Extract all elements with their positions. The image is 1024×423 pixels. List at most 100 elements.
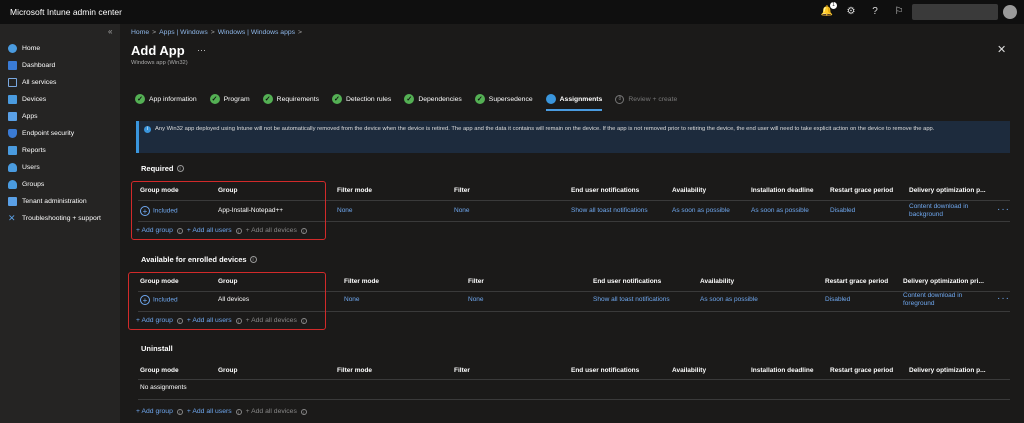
column-header[interactable]: Availability [700,278,734,285]
divider [138,399,1010,400]
check-icon: ✓ [474,94,485,104]
breadcrumb-home[interactable]: Home [131,29,149,36]
account-name[interactable] [912,4,998,20]
column-header[interactable]: Filter [468,278,484,285]
help-icon[interactable]: ? [868,4,882,18]
active-step-icon [545,94,556,104]
column-header[interactable]: Installation deadline [751,187,813,194]
restart-cell[interactable]: Disabled [830,207,855,214]
avatar[interactable] [1003,5,1017,19]
breadcrumb-separator: > [298,29,303,36]
column-header[interactable]: Delivery optimization p... [909,367,986,374]
column-header[interactable]: Delivery optimization p... [909,187,986,194]
column-header[interactable]: Filter [454,367,470,374]
settings-gear-icon[interactable]: ⚙ [844,4,858,18]
breadcrumb-windows-apps[interactable]: Windows | Windows apps [218,29,295,36]
sidebar-item-endpoint-security[interactable]: Endpoint security [8,127,74,139]
sidebar-item-tenant-administration[interactable]: Tenant administration [8,195,87,207]
row-more-icon[interactable]: ··· [997,293,1010,304]
step-detection-rules[interactable]: ✓ Detection rules [331,94,391,104]
sidebar-item-apps[interactable]: Apps [8,110,38,122]
step-review-create[interactable]: 8 Review + create [615,94,677,104]
column-header[interactable]: End user notifications [593,278,661,285]
add-all-users-link[interactable]: + Add all users [187,408,232,415]
sidebar-item-label: Endpoint security [22,129,75,137]
sidebar-item-users[interactable]: Users [8,161,40,173]
filter-cell[interactable]: None [468,296,484,303]
column-header[interactable]: Restart grace period [825,278,888,285]
filter-mode-cell[interactable]: None [344,296,360,303]
sidebar-item-all-services[interactable]: All services [8,76,56,88]
step-requirements[interactable]: ✓ Requirements [262,94,319,104]
column-header[interactable]: Delivery optimization pri... [903,278,984,285]
column-header[interactable]: End user notifications [571,367,639,374]
step-assignments[interactable]: Assignments [545,94,603,111]
step-label: Requirements [276,95,319,103]
info-banner: i Any Win32 app deployed using Intune wi… [136,121,1010,153]
notifications-cell[interactable]: Show all toast notifications [593,296,670,303]
close-icon[interactable]: ✕ [997,43,1006,56]
availability-cell[interactable]: As soon as possible [672,207,730,214]
sidebar-item-troubleshooting[interactable]: ✕ Troubleshooting + support [8,212,101,224]
notifications-icon[interactable]: 🔔 1 [820,2,837,18]
sidebar-item-label: Troubleshooting + support [22,214,101,222]
more-options-icon[interactable]: ··· [197,45,206,55]
deadline-cell[interactable]: As soon as possible [751,207,809,214]
column-header[interactable]: Availability [672,367,706,374]
sidebar-item-label: Apps [22,112,38,120]
column-header[interactable]: Filter [454,187,470,194]
top-icons: 🔔 1 ⚙ ? ⚐ [820,2,906,18]
info-icon[interactable]: i [249,256,257,263]
sidebar-item-home[interactable]: Home [8,42,40,54]
column-header[interactable]: Installation deadline [751,367,813,374]
feedback-icon[interactable]: ⚐ [892,4,906,18]
info-icon[interactable]: i [176,165,184,172]
breadcrumb-apps-windows[interactable]: Apps | Windows [159,29,208,36]
filter-mode-cell[interactable]: None [337,207,353,214]
info-icon[interactable]: i [235,408,242,415]
step-supersedence[interactable]: ✓ Supersedence [474,94,533,104]
sidebar: « Home Dashboard All services Devices Ap… [0,24,120,423]
column-header[interactable]: Restart grace period [830,187,893,194]
filter-cell[interactable]: None [454,207,470,214]
sidebar-item-reports[interactable]: Reports [8,144,46,156]
step-label: Supersedence [488,95,533,103]
info-icon[interactable]: i [300,408,307,415]
collapse-sidebar-icon[interactable]: « [108,27,112,36]
sidebar-item-dashboard[interactable]: Dashboard [8,59,55,71]
dashboard-icon [8,60,17,70]
sidebar-item-groups[interactable]: Groups [8,178,44,190]
sidebar-item-devices[interactable]: Devices [8,93,46,105]
add-group-link[interactable]: + Add group [136,408,173,415]
column-header[interactable]: Availability [672,187,706,194]
active-step-underline [545,109,603,111]
column-header[interactable]: Restart grace period [830,367,893,374]
column-header[interactable]: Filter mode [344,278,379,285]
shield-icon [8,128,17,138]
info-icon[interactable]: i [176,408,183,415]
notifications-cell[interactable]: Show all toast notifications [571,207,648,214]
delivery-cell[interactable]: Content download in background [909,203,979,219]
column-header[interactable]: Group [218,367,238,374]
check-icon: ✓ [209,94,220,104]
column-header[interactable]: Filter mode [337,367,372,374]
delivery-cell[interactable]: Content download in foreground [903,292,973,308]
column-header[interactable]: Group mode [140,367,179,374]
availability-cell[interactable]: As soon as possible [700,296,758,303]
step-label: App information [149,95,197,103]
row-more-icon[interactable]: ··· [997,204,1010,215]
restart-cell[interactable]: Disabled [825,296,850,303]
step-dependencies[interactable]: ✓ Dependencies [404,94,462,104]
info-banner-text: Any Win32 app deployed using Intune will… [155,126,935,132]
apps-icon [8,111,17,121]
main-content: Home > Apps | Windows > Windows | Windows … [120,24,1024,423]
column-header[interactable]: Filter mode [337,187,372,194]
step-label: Program [223,95,250,103]
step-program[interactable]: ✓ Program [209,94,250,104]
section-title-text: Uninstall [141,344,173,353]
sidebar-item-label: Dashboard [22,61,56,69]
top-bar: Microsoft Intune admin center 🔔 1 ⚙ ? ⚐ [0,0,1024,24]
divider [138,379,1010,380]
column-header[interactable]: End user notifications [571,187,639,194]
step-app-information[interactable]: ✓ App information [135,94,197,104]
